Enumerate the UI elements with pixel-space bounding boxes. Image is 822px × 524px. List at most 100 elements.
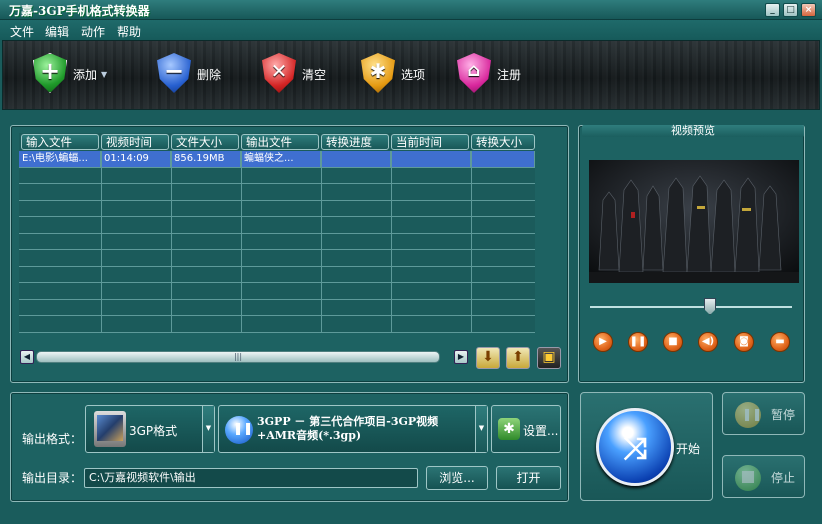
maximize-button[interactable]: □	[783, 3, 798, 17]
table-row-empty	[19, 201, 535, 217]
settings-button[interactable]: ✱ 设置...	[491, 405, 561, 453]
profile-select[interactable]: ❚❚ 3GPP － 第三代合作项目-3GP视频 +AMR音频(*.3gp) ▼	[218, 405, 488, 453]
table-row-empty	[19, 217, 535, 234]
shuffle-icon: ⤨	[596, 408, 674, 486]
add-button[interactable]: + 添加 ▼	[29, 49, 107, 99]
dropdown-arrow-icon[interactable]: ▼	[101, 70, 107, 79]
pause-label: 暂停	[771, 408, 796, 422]
volume-button[interactable]: ◀)	[698, 332, 718, 352]
table-row-empty	[19, 168, 535, 184]
delete-button[interactable]: − 删除	[153, 49, 221, 99]
column-divider	[321, 151, 322, 333]
start-label: 开始	[676, 442, 701, 456]
pause-preview-button[interactable]: ❚❚	[628, 332, 648, 352]
plus-shield-icon: +	[29, 51, 69, 97]
menu-help[interactable]: 帮助	[117, 23, 141, 40]
table-rows: E:\电影\蝙蝠... 01:14:09 856.19MB 蝙蝠侠之...	[19, 151, 535, 333]
snapshot-button[interactable]: ▣	[537, 347, 561, 369]
table-row-empty	[19, 234, 535, 250]
open-button[interactable]: 打开	[496, 466, 561, 490]
output-format-label: 输出格式：	[22, 432, 83, 446]
stop-preview-button[interactable]: ■	[663, 332, 683, 352]
add-label: 添加	[73, 67, 98, 82]
delete-label: 删除	[197, 67, 222, 82]
pause-icon: ❚❚	[735, 402, 762, 428]
table-row-empty	[19, 267, 535, 283]
minimize-button[interactable]: _	[765, 3, 780, 17]
register-label: 注册	[497, 67, 522, 82]
format-select[interactable]: 3GP格式 ▼	[85, 405, 215, 453]
browse-button[interactable]: 浏览...	[426, 466, 488, 490]
pause-icon: ❚❚	[629, 336, 647, 347]
col-video-time[interactable]: 视频时间	[101, 134, 169, 150]
clear-button[interactable]: ✕ 清空	[258, 49, 326, 99]
arrow-up-icon: ⬆	[512, 349, 524, 365]
pause-button[interactable]: ❚❚ 暂停	[722, 392, 805, 435]
register-button[interactable]: ⌂ 注册	[453, 49, 521, 99]
stop-label: 停止	[771, 471, 796, 485]
col-file-size[interactable]: 文件大小	[171, 134, 239, 150]
col-input-file[interactable]: 输入文件	[21, 134, 99, 150]
stop-icon	[735, 465, 761, 491]
col-current-time[interactable]: 当前时间	[391, 134, 469, 150]
cell-current-time	[391, 151, 471, 167]
horizontal-scrollbar[interactable]: ◀ ||| ▶	[20, 349, 468, 365]
profile-line-2: +AMR音频(*.3gp)	[257, 429, 362, 442]
seek-slider-track[interactable]	[590, 306, 792, 308]
table-row-empty	[19, 283, 535, 300]
x-shield-icon: ✕	[258, 51, 298, 97]
scroll-left-icon[interactable]: ◀	[20, 350, 34, 364]
output-dir-field[interactable]: C:\万嘉视频软件\输出	[84, 468, 418, 488]
window-title: 万嘉-3GP手机格式转换器	[9, 4, 150, 18]
gear-shield-icon: ✱	[357, 51, 397, 97]
scroll-track[interactable]: |||	[36, 351, 452, 363]
folder-icon: ▬	[775, 336, 785, 347]
menu-action[interactable]: 动作	[81, 23, 105, 40]
cell-output-file: 蝙蝠侠之...	[241, 151, 321, 167]
gear-icon: ✱	[498, 418, 520, 440]
video-preview	[589, 160, 799, 283]
table-row[interactable]: E:\电影\蝙蝠... 01:14:09 856.19MB 蝙蝠侠之...	[19, 151, 535, 168]
snapshot-camera-button[interactable]: ◙	[734, 332, 754, 352]
film-icon: ▣	[542, 349, 556, 365]
output-dir-label: 输出目录：	[22, 471, 83, 485]
options-label: 选项	[401, 67, 426, 82]
move-up-button[interactable]: ⬆	[506, 347, 530, 369]
camera-icon: ◙	[739, 336, 749, 347]
scroll-thumb[interactable]: |||	[36, 351, 440, 363]
column-divider	[171, 151, 172, 333]
video-frame-image	[589, 160, 799, 283]
play-icon: ▶	[599, 336, 607, 347]
format-value: 3GP格式	[129, 424, 178, 438]
col-progress[interactable]: 转换进度	[321, 134, 389, 150]
settings-label: 设置...	[523, 424, 559, 438]
menu-edit[interactable]: 编辑	[45, 23, 69, 40]
menu-file[interactable]: 文件	[10, 23, 34, 40]
toolbar: + 添加 ▼ − 删除 ✕ 清空 ✱ 选项 ⌂ 注册	[2, 40, 820, 110]
profile-icon: ❚❚	[225, 416, 253, 444]
scroll-right-icon[interactable]: ▶	[454, 350, 468, 364]
stop-button[interactable]: 停止	[722, 455, 805, 498]
start-button[interactable]: ⤨ 开始	[580, 392, 713, 501]
chevron-down-icon[interactable]: ▼	[202, 406, 214, 452]
open-folder-button[interactable]: ▬	[770, 332, 790, 352]
col-converted-size[interactable]: 转换大小	[471, 134, 535, 150]
move-down-button[interactable]: ⬇	[476, 347, 500, 369]
column-divider	[391, 151, 392, 333]
chevron-down-icon[interactable]: ▼	[475, 406, 487, 452]
options-button[interactable]: ✱ 选项	[357, 49, 425, 99]
play-button[interactable]: ▶	[593, 332, 613, 352]
table-row-empty	[19, 300, 535, 316]
close-button[interactable]: ×	[801, 3, 816, 17]
clear-label: 清空	[302, 67, 327, 82]
col-output-file[interactable]: 输出文件	[241, 134, 319, 150]
phone-icon	[94, 411, 126, 447]
column-divider	[241, 151, 242, 333]
column-divider	[101, 151, 102, 333]
table-row-empty	[19, 184, 535, 201]
cell-converted-size	[471, 151, 535, 167]
arrow-down-icon: ⬇	[482, 349, 494, 365]
table-header: 输入文件 视频时间 文件大小 输出文件 转换进度 当前时间 转换大小	[19, 133, 535, 151]
stop-icon: ■	[668, 336, 678, 347]
file-table: 输入文件 视频时间 文件大小 输出文件 转换进度 当前时间 转换大小 E:\电影…	[19, 133, 535, 333]
